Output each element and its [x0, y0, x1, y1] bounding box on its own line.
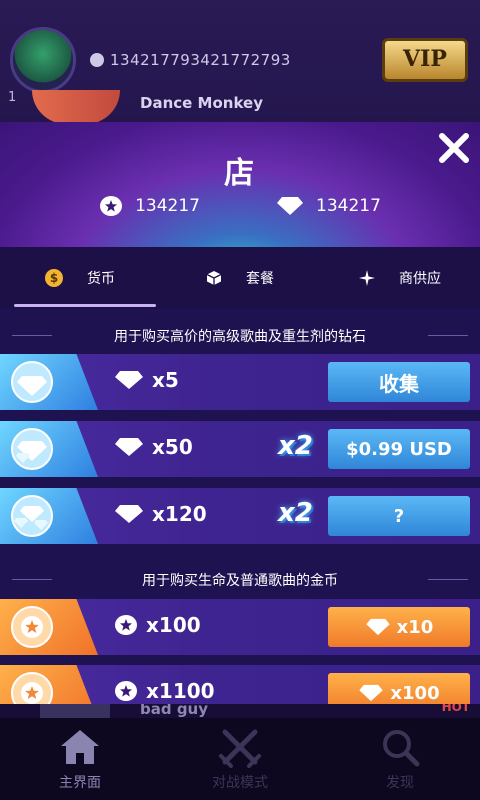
- pack-quantity-value: x100: [146, 613, 201, 637]
- tab-bundles[interactable]: 套餐: [160, 247, 320, 309]
- diamond-section-title: 用于购买高价的高级歌曲及重生剂的钻石: [0, 326, 480, 346]
- song-rank: 1: [8, 90, 17, 105]
- coin-pack-row: x100 x10: [0, 599, 480, 655]
- crossed-swords-icon: [219, 729, 261, 768]
- coin-pack-row: x1100 x100: [0, 665, 480, 704]
- pack-quantity: x120: [114, 502, 207, 526]
- dollar-coin-icon: $: [45, 269, 63, 287]
- profile-bar: 134217793421772793 VIP: [0, 20, 480, 100]
- pack-quantity-value: x5: [152, 368, 179, 392]
- tab-label: 套餐: [246, 271, 274, 287]
- diamond-pack-icon: [11, 428, 53, 470]
- bonus-multiplier: x2: [278, 498, 313, 528]
- nav-discover[interactable]: 发现: [320, 718, 480, 800]
- diamond-icon: [115, 505, 143, 523]
- coin-pack-icon: [11, 606, 53, 648]
- song-title: Dance Monkey: [140, 94, 263, 112]
- shop-dialog: 店 134217 134217 $ 货币 套餐 商供应 用于购买高价的高级歌曲及…: [0, 122, 480, 704]
- pack-quantity-value: x1100: [146, 679, 215, 703]
- nav-label: 发现: [386, 775, 414, 791]
- coin-icon: [115, 615, 137, 635]
- box-icon: [206, 271, 222, 285]
- coin-pack-icon: [11, 672, 53, 704]
- diamond-balance: 134217: [276, 194, 381, 218]
- tab-currency[interactable]: $ 货币: [0, 247, 160, 309]
- coin-icon: [90, 53, 104, 67]
- shop-title: 店: [224, 156, 256, 191]
- diamond-icon: [365, 618, 390, 636]
- profile-currency-text: 134217793421772793: [110, 51, 291, 69]
- diamond-icon: [115, 438, 143, 456]
- diamond-balance-value: 134217: [316, 196, 381, 216]
- coin-balance-value: 134217: [135, 196, 200, 216]
- diamond-pack-icon: [11, 361, 53, 403]
- bottom-nav: 主界面 对战模式 发现: [0, 718, 480, 800]
- nav-battle[interactable]: 对战模式: [160, 718, 320, 800]
- shop-header: 店 134217 134217: [0, 122, 480, 247]
- vip-badge[interactable]: VIP: [382, 38, 468, 82]
- nav-home[interactable]: 主界面: [0, 718, 160, 800]
- diamond-pack-row: x5 收集: [0, 354, 480, 410]
- tab-label: 商供应: [399, 271, 441, 287]
- pack-quantity: x5: [114, 368, 179, 392]
- home-icon: [61, 730, 99, 764]
- avatar[interactable]: [10, 27, 76, 93]
- sparkle-icon: [359, 270, 375, 286]
- close-icon[interactable]: [434, 128, 474, 168]
- coin-section-title: 用于购买生命及普通歌曲的金币: [0, 570, 480, 590]
- buy-with-diamonds-button[interactable]: x10: [328, 607, 470, 647]
- pack-quantity-value: x120: [152, 502, 207, 526]
- tab-label: 货币: [87, 271, 115, 287]
- diamond-pack-row: x120 x2 ?: [0, 488, 480, 544]
- diamond-icon: [277, 197, 303, 215]
- price-value: x10: [396, 616, 434, 638]
- buy-button[interactable]: ?: [328, 496, 470, 536]
- coin-icon: [115, 681, 137, 701]
- bonus-multiplier: x2: [278, 431, 313, 461]
- pack-quantity-value: x50: [152, 435, 193, 459]
- song-row[interactable]: 1 Dance Monkey: [0, 90, 480, 124]
- nav-label: 主界面: [59, 775, 101, 791]
- buy-button[interactable]: $0.99 USD: [328, 429, 470, 469]
- coin-balance: 134217: [99, 194, 200, 218]
- pack-quantity: x100: [114, 613, 201, 637]
- tab-supply[interactable]: 商供应: [320, 247, 480, 309]
- pack-quantity: x50: [114, 435, 193, 459]
- song-cover: [32, 90, 120, 124]
- diamond-icon: [115, 371, 143, 389]
- diamond-pack-row: x50 x2 $0.99 USD: [0, 421, 480, 477]
- collect-button[interactable]: 收集: [328, 362, 470, 402]
- pack-quantity: x1100: [114, 679, 215, 703]
- shop-tabs: $ 货币 套餐 商供应: [0, 247, 480, 309]
- search-icon: [383, 730, 420, 767]
- profile-currency: 134217793421772793: [90, 51, 291, 69]
- diamond-icon: [359, 684, 384, 702]
- buy-with-diamonds-button[interactable]: x100: [328, 673, 470, 704]
- balances: 134217 134217: [0, 194, 480, 218]
- coin-icon: [100, 196, 123, 216]
- price-value: x100: [390, 682, 440, 704]
- diamond-pack-icon: [11, 495, 53, 537]
- nav-label: 对战模式: [212, 775, 268, 791]
